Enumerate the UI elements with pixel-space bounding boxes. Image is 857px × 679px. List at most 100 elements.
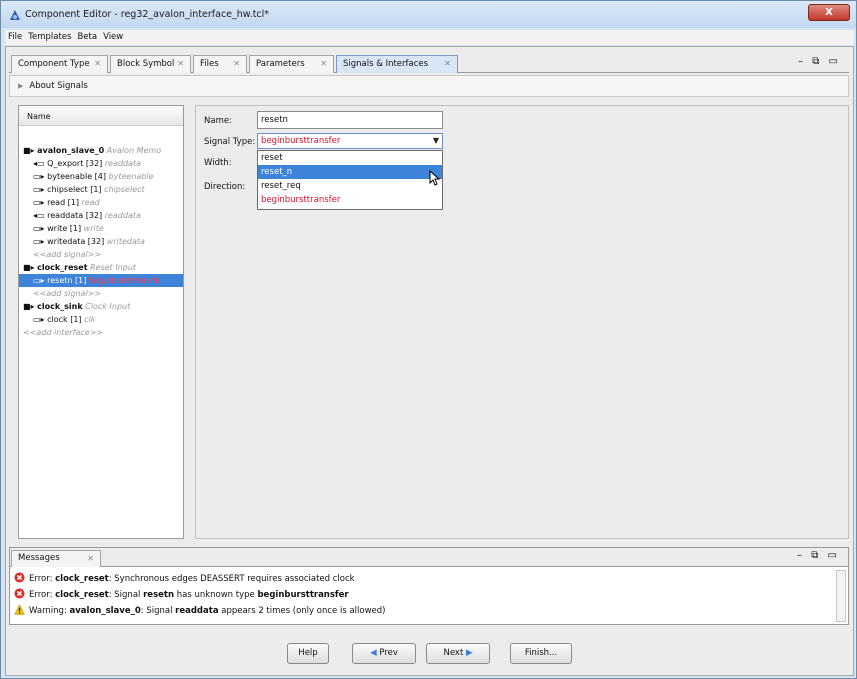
port-icon: ▭▸ — [33, 315, 48, 324]
tab-block-symbol[interactable]: Block Symbol ✕ — [110, 55, 191, 73]
tab-label: Parameters — [256, 59, 305, 69]
tree-signal-row[interactable]: ▭▸ byteenable [4] byteenable — [19, 170, 183, 183]
error-icon — [14, 572, 25, 583]
tree-signal-row[interactable]: ▭▸ read [1] read — [19, 196, 183, 209]
close-tab-icon[interactable]: ✕ — [320, 56, 327, 72]
about-signals-section[interactable]: ▶ About Signals — [9, 75, 849, 97]
messages-panel: Messages ✕ – ⧉ ▭ Error: clock_reset: Sync… — [9, 547, 849, 625]
message-row[interactable]: Warning: avalon_slave_0: Signal readdata… — [14, 604, 385, 618]
close-window-button[interactable]: X — [808, 4, 850, 21]
message-row[interactable]: Error: clock_reset: Signal resetn has un… — [14, 588, 349, 602]
tree-item-type: chipselect — [101, 185, 145, 194]
tab-component-type[interactable]: Component Type ✕ — [11, 55, 108, 73]
tree-add-row[interactable]: <<add interface>> — [19, 326, 183, 339]
tree-item-name: <<add signal>> — [33, 250, 102, 259]
close-tab-icon[interactable]: ✕ — [177, 56, 184, 72]
tree-item-name: clock_sink — [37, 302, 83, 311]
expand-arrow-icon[interactable]: ▶ — [18, 82, 23, 90]
signals-tree-panel: Name ■▸ avalon_slave_0 Avalon Memo ◂▭ Q_e… — [18, 105, 184, 539]
port-icon: ◂▭ — [33, 211, 48, 220]
tree-signal-row[interactable]: ◂▭ Q_export [32] readdata — [19, 157, 183, 170]
messages-scrollbar[interactable] — [836, 570, 846, 622]
tab-label: Signals & Interfaces — [343, 59, 429, 69]
width-label: Width: — [204, 158, 232, 168]
prev-button[interactable]: ◀ Prev — [352, 643, 416, 664]
title-bar[interactable]: Component Editor - reg32_avalon_interfac… — [1, 1, 856, 28]
help-button[interactable]: Help — [287, 643, 329, 664]
tree-interface-row[interactable]: ■▸ avalon_slave_0 Avalon Memo — [19, 144, 183, 157]
signal-type-select[interactable]: beginbursttransfer ▼ — [257, 133, 443, 149]
view-controls[interactable]: – ⧉ ▭ — [798, 56, 841, 67]
tree-item-type: Reset Input — [87, 263, 137, 272]
tree-signal-row[interactable]: ▭▸ chipselect [1] chipselect — [19, 183, 183, 196]
tree-signal-row[interactable]: ◂▭ readdata [32] readdata — [19, 209, 183, 222]
messages-tab-bar: Messages ✕ – ⧉ ▭ — [10, 548, 848, 567]
tree-signal-row[interactable]: ▭▸ writedata [32] writedata — [19, 235, 183, 248]
tree-interface-row[interactable]: ■▸ clock_sink Clock Input — [19, 300, 183, 313]
tab-label: Component Type — [18, 59, 90, 69]
tab-signals-interfaces[interactable]: Signals & Interfaces ✕ — [336, 55, 458, 73]
signals-tree: ■▸ avalon_slave_0 Avalon Memo ◂▭ Q_export… — [19, 126, 183, 339]
tree-add-row[interactable]: <<add signal>> — [19, 248, 183, 261]
option-beginbursttransfer[interactable]: beginbursttransfer — [258, 193, 442, 207]
tree-signal-row[interactable]: ▭▸ resetn [1] beginbursttransfe — [19, 274, 183, 287]
about-signals-label: About Signals — [29, 81, 88, 91]
menu-beta[interactable]: Beta — [74, 30, 100, 45]
tree-item-name: read [1] — [47, 198, 80, 207]
app-icon — [10, 10, 20, 20]
tree-signal-row[interactable]: ▭▸ write [1] write — [19, 222, 183, 235]
next-button[interactable]: Next ▶ — [426, 643, 490, 664]
tree-item-type: readdata — [102, 159, 142, 168]
close-tab-icon[interactable]: ✕ — [444, 56, 451, 72]
error-icon — [14, 588, 25, 599]
port-icon: ▭▸ — [33, 185, 48, 194]
name-field[interactable]: resetn — [257, 111, 443, 129]
tree-item-type: readdata — [102, 211, 141, 220]
name-label: Name: — [204, 116, 232, 126]
tree-item-name: byteenable [4] — [47, 172, 106, 181]
tree-item-name: Q_export [32] — [47, 159, 103, 168]
menu-file[interactable]: File — [5, 30, 25, 45]
close-tab-icon[interactable]: ✕ — [233, 56, 240, 72]
port-icon: ▭▸ — [33, 276, 48, 285]
tree-column-header[interactable]: Name — [19, 106, 183, 126]
port-icon: ▭▸ — [33, 224, 48, 233]
tree-item-type: beginbursttransfe — [86, 276, 161, 285]
port-icon: ◂▭ — [33, 159, 48, 168]
next-label: Next — [443, 648, 464, 658]
messages-view-controls[interactable]: – ⧉ ▭ — [797, 550, 840, 561]
tab-messages[interactable]: Messages ✕ — [11, 550, 101, 567]
close-tab-icon[interactable]: ✕ — [87, 551, 94, 566]
close-tab-icon[interactable]: ✕ — [94, 56, 101, 72]
tree-item-name: <<add interface>> — [23, 328, 104, 337]
tree-item-name: readdata [32] — [47, 211, 103, 220]
tree-item-name: resetn [1] — [47, 276, 87, 285]
tree-item-type: clk — [81, 315, 96, 324]
option-reset[interactable]: reset — [258, 151, 442, 165]
tree-signal-row[interactable]: ▭▸ clock [1] clk — [19, 313, 183, 326]
tree-item-name: clock [1] — [47, 315, 82, 324]
interface-icon: ■▸ — [23, 302, 38, 311]
menu-view[interactable]: View — [100, 30, 126, 45]
port-icon: ▭▸ — [33, 237, 48, 246]
finish-button[interactable]: Finish... — [510, 643, 572, 664]
prev-label: Prev — [379, 648, 398, 658]
port-icon: ▭▸ — [33, 172, 48, 181]
option-reset-n[interactable]: reset_n — [258, 165, 442, 179]
tree-item-name: <<add signal>> — [33, 289, 102, 298]
menu-templates[interactable]: Templates — [25, 30, 74, 45]
option-reset-req[interactable]: reset_req — [258, 179, 442, 193]
tree-item-type: Avalon Memo — [104, 146, 162, 155]
menu-bar: File Templates Beta View — [5, 30, 854, 45]
prev-arrow-icon: ◀ — [370, 648, 380, 658]
tree-item-name: chipselect [1] — [47, 185, 102, 194]
tree-item-type: byteenable — [106, 172, 154, 181]
message-row[interactable]: Error: clock_reset: Synchronous edges DE… — [14, 572, 355, 586]
pane-splitter[interactable] — [186, 105, 195, 539]
tab-files[interactable]: Files ✕ — [193, 55, 247, 73]
dropdown-arrow-icon[interactable]: ▼ — [433, 134, 439, 148]
tree-interface-row[interactable]: ■▸ clock_reset Reset Input — [19, 261, 183, 274]
tree-add-row[interactable]: <<add signal>> — [19, 287, 183, 300]
tab-parameters[interactable]: Parameters ✕ — [249, 55, 334, 73]
tab-label: Block Symbol — [117, 59, 175, 69]
